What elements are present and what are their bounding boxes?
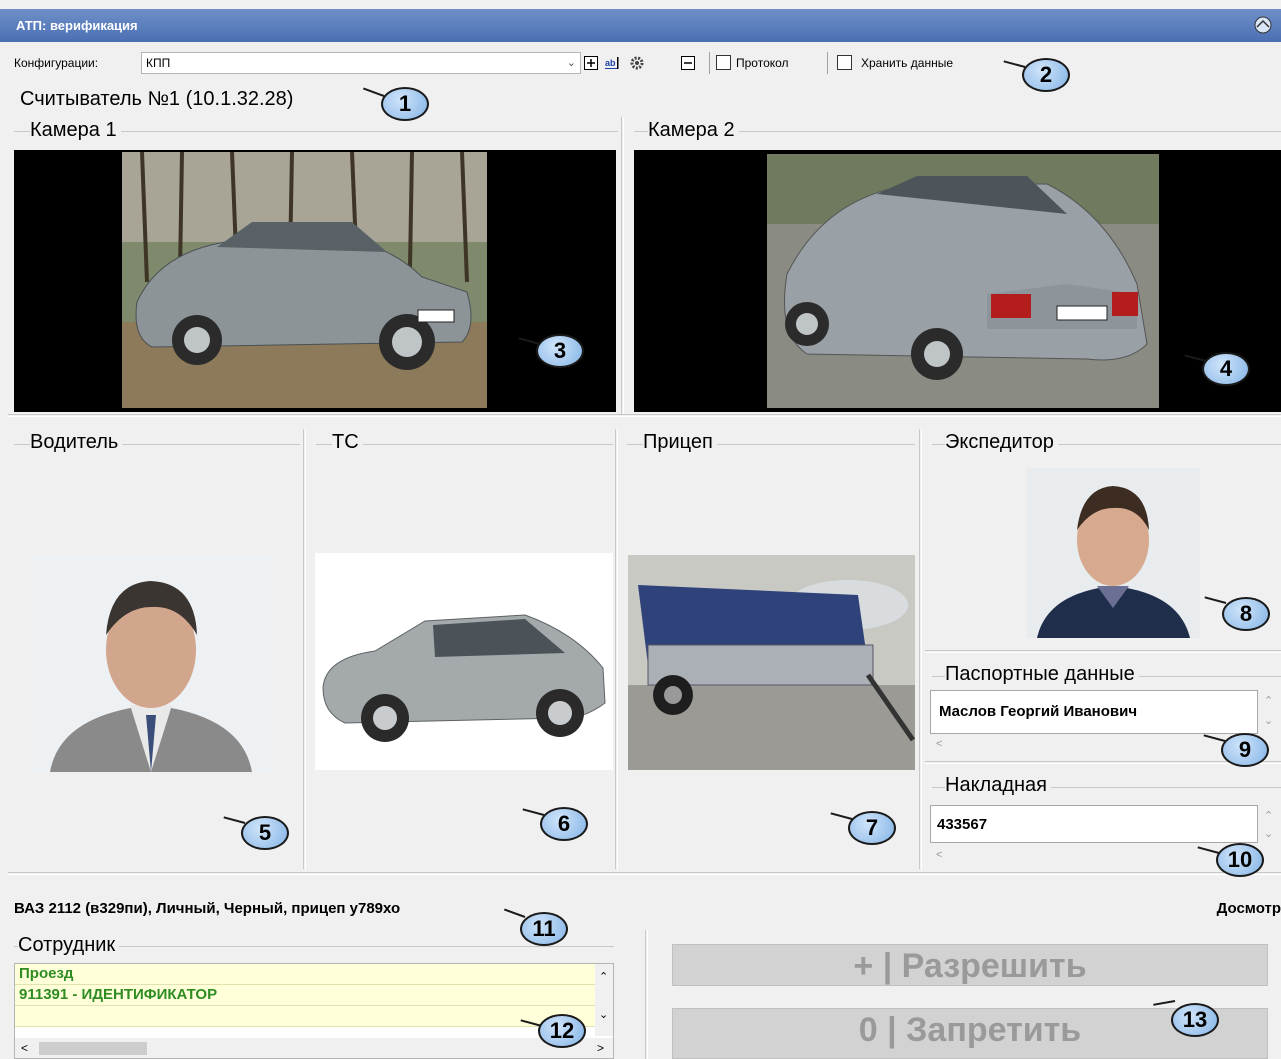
invoice-value: 433567 (937, 816, 988, 833)
trailer-photo (628, 555, 915, 770)
callout-pointer (362, 87, 385, 97)
invoice-field[interactable]: 433567 (930, 805, 1258, 843)
callout-1: 1 (381, 87, 429, 121)
add-config-button[interactable] (582, 54, 600, 72)
scroll-left-icon[interactable]: < (936, 738, 942, 750)
delete-config-button[interactable] (679, 54, 697, 72)
add-icon (584, 56, 598, 70)
section-divider (8, 872, 1281, 875)
driver-title: Водитель (30, 431, 123, 454)
vertical-scrollbar[interactable]: ⌃ ⌄ (595, 964, 613, 1036)
gear-icon (630, 56, 644, 70)
callout-10: 10 (1216, 843, 1264, 877)
scrollbar-thumb[interactable] (39, 1042, 147, 1055)
section-divider (925, 650, 1281, 653)
scroll-down-icon[interactable]: ⌄ (599, 1008, 608, 1021)
protocol-checkbox[interactable] (716, 55, 731, 70)
chevron-down-icon[interactable]: ⌄ (567, 53, 576, 73)
vehicle-title: ТС (332, 431, 363, 454)
inspection-status: Досмотр (1216, 900, 1281, 917)
scroll-down-icon[interactable]: ⌄ (1264, 827, 1273, 840)
callout-12: 12 (538, 1014, 586, 1048)
callout-13: 13 (1171, 1003, 1219, 1037)
driver-photo (30, 555, 272, 772)
employee-list[interactable]: Проезд 911391 - ИДЕНТИФИКАТОР ⌃ ⌄ < > (14, 963, 614, 1059)
callout-pointer (1204, 596, 1227, 604)
scroll-up-icon[interactable]: ⌃ (1264, 809, 1273, 822)
callout-9: 9 (1221, 733, 1269, 767)
camera-divider (621, 117, 624, 415)
camera1-image (122, 152, 487, 408)
list-item[interactable]: 911391 - ИДЕНТИФИКАТОР (15, 985, 613, 1006)
config-select[interactable]: КПП ⌄ (141, 52, 581, 74)
reader-label: Считыватель №1 (10.1.32.28) (20, 88, 294, 110)
camera1-title: Камера 1 (30, 119, 121, 142)
svg-text:ab: ab (605, 58, 616, 68)
trailer-title: Прицеп (643, 431, 717, 454)
section-divider (8, 414, 1281, 417)
scroll-up-icon[interactable]: ⌃ (599, 970, 608, 983)
callout-11: 11 (520, 912, 568, 946)
scroll-down-icon[interactable]: ⌄ (1264, 714, 1273, 727)
forwarder-title: Экспедитор (945, 431, 1058, 454)
panel-divider (919, 429, 922, 869)
passport-value: Маслов Георгий Иванович (939, 703, 1138, 720)
store-data-checkbox[interactable] (837, 55, 852, 70)
allow-button[interactable]: + | Разрешить (672, 944, 1268, 986)
employee-title: Сотрудник (18, 934, 120, 957)
list-item[interactable]: Проезд (15, 964, 613, 985)
vehicle-photo (315, 553, 613, 770)
toolbar: Конфигурации: КПП ⌄ ab Протокол Хранить … (8, 47, 1281, 79)
window-titlebar: АТП: верификация (0, 9, 1281, 42)
callout-2: 2 (1022, 58, 1070, 92)
app-icon (1254, 16, 1272, 34)
callout-7: 7 (848, 811, 896, 845)
callout-8: 8 (1222, 597, 1270, 631)
scroll-left-icon[interactable]: < (936, 849, 942, 861)
callout-pointer (1197, 846, 1220, 854)
config-settings-button[interactable] (628, 54, 646, 72)
toolbar-separator (827, 52, 828, 74)
panel-divider (303, 429, 306, 869)
invoice-title: Накладная (945, 774, 1052, 797)
callout-pointer (1153, 1000, 1176, 1006)
camera2-title: Камера 2 (648, 119, 739, 142)
list-item[interactable] (15, 1006, 613, 1027)
callout-pointer (522, 808, 545, 816)
passport-title: Паспортные данные (945, 663, 1139, 686)
rename-icon: ab (605, 57, 619, 69)
callout-pointer (1203, 734, 1226, 742)
camera2-view (634, 150, 1281, 412)
toolbar-separator (709, 52, 710, 74)
remove-icon (681, 56, 695, 70)
callout-5: 5 (241, 816, 289, 850)
rename-config-button[interactable]: ab (605, 54, 623, 72)
scroll-right-icon[interactable]: > (597, 1041, 604, 1055)
callout-pointer (830, 812, 853, 820)
status-bar: ВАЗ 2112 (в329пи), Личный, Черный, прице… (8, 890, 1281, 928)
callout-3: 3 (536, 334, 584, 368)
scroll-up-icon[interactable]: ⌃ (1264, 694, 1273, 707)
camera2-image (767, 154, 1159, 408)
vehicle-info: ВАЗ 2112 (в329пи), Личный, Черный, прице… (14, 900, 401, 917)
passport-field[interactable]: Маслов Георгий Иванович (930, 690, 1258, 734)
horizontal-scrollbar[interactable]: < > (15, 1038, 613, 1058)
config-label: Конфигурации: (14, 56, 99, 70)
panel-divider (645, 930, 648, 1059)
protocol-label: Протокол (736, 56, 789, 70)
callout-6: 6 (540, 807, 588, 841)
window-title: АТП: верификация (16, 18, 138, 33)
store-data-label: Хранить данные (861, 56, 953, 70)
panel-divider (615, 429, 618, 869)
camera1-view (14, 150, 616, 412)
forwarder-photo (1027, 468, 1200, 638)
callout-4: 4 (1202, 352, 1250, 386)
config-select-value: КПП (146, 56, 171, 70)
scroll-left-icon[interactable]: < (21, 1041, 28, 1055)
callout-pointer (223, 816, 246, 824)
